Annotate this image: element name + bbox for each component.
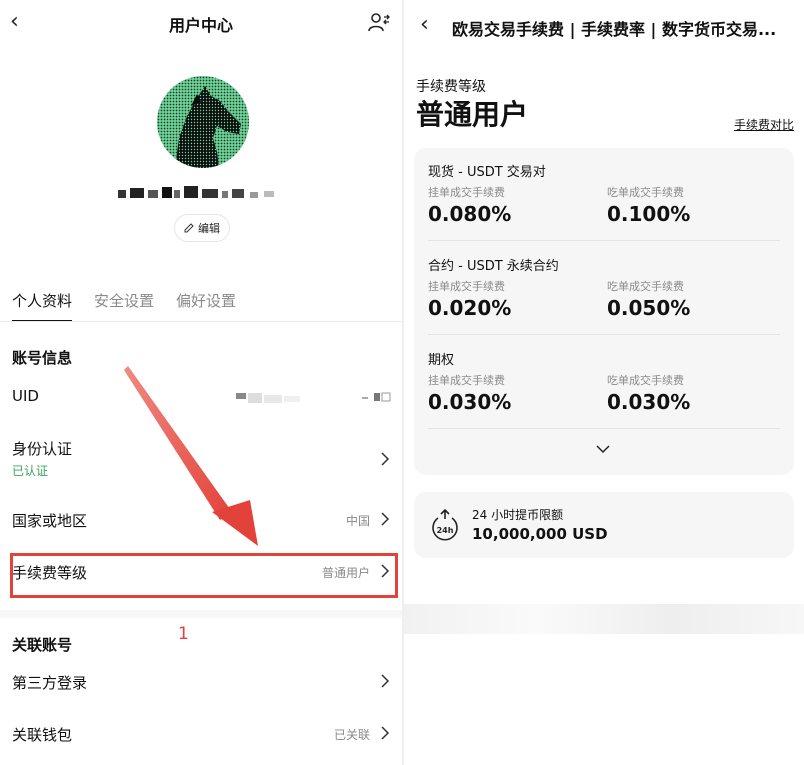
horse-avatar-icon	[157, 76, 249, 168]
user-center-panel: ‹ 用户中心 编辑 个人资料 安全设置 偏好设置 账号信息 UID 身份认证 已…	[0, 0, 402, 765]
maker-fee-label: 挂单成交手续费	[428, 186, 505, 199]
spot-pair-title: 现货 - USDT 交易对	[428, 165, 546, 180]
swap-taker-fee: 0.050%	[607, 296, 691, 320]
avatar[interactable]	[157, 76, 249, 168]
group-divider	[428, 240, 780, 241]
linked-wallet-row[interactable]: 关联钱包 已关联	[0, 722, 402, 762]
chevron-down-icon[interactable]	[596, 444, 610, 454]
fee-page-header: ‹ 欧易交易手续费 | 手续费率 | 数字货币交易...	[404, 0, 804, 52]
taker-fee-label: 吃单成交手续费	[607, 374, 684, 387]
uid-value-masked	[236, 392, 391, 403]
edit-profile-button[interactable]: 编辑	[174, 214, 230, 242]
linked-accounts-heading: 关联账号	[12, 636, 73, 654]
fee-rates-card: 现货 - USDT 交易对 挂单成交手续费 吃单成交手续费 0.080% 0.1…	[414, 148, 794, 475]
region-label: 国家或地区	[12, 512, 88, 530]
taker-fee-label: 吃单成交手续费	[607, 186, 684, 199]
chevron-right-icon	[381, 512, 390, 526]
chevron-right-icon	[381, 674, 390, 688]
swap-maker-fee: 0.020%	[428, 296, 512, 320]
options-maker-fee: 0.030%	[428, 390, 512, 414]
edit-label: 编辑	[198, 222, 220, 235]
tab-security-settings[interactable]: 安全设置	[94, 290, 154, 322]
uid-label: UID	[12, 387, 39, 405]
annotation-number: 1	[178, 624, 189, 644]
identity-row[interactable]: 身份认证 已认证	[0, 436, 402, 482]
pencil-icon	[184, 223, 194, 233]
spot-maker-fee: 0.080%	[428, 202, 512, 226]
page-title: 用户中心	[168, 16, 233, 35]
taker-fee-label: 吃单成交手续费	[607, 280, 684, 293]
bottom-decoration	[404, 604, 804, 634]
wallet-label: 关联钱包	[12, 726, 73, 744]
verified-status: 已认证	[12, 464, 49, 478]
chevron-right-icon	[381, 452, 390, 466]
group-divider	[428, 428, 780, 429]
chevron-left-icon[interactable]: ‹	[420, 13, 429, 37]
tab-personal-info[interactable]: 个人资料	[12, 290, 73, 322]
swap-pair-title: 合约 - USDT 永续合约	[428, 259, 559, 274]
fee-compare-link[interactable]: 手续费对比	[734, 116, 794, 133]
user-switch-icon[interactable]	[368, 11, 390, 33]
spot-taker-fee: 0.100%	[607, 202, 691, 226]
uid-row: UID	[0, 383, 402, 423]
withdraw-icon-text: 24h	[437, 526, 454, 535]
region-row[interactable]: 国家或地区 中国	[0, 508, 402, 548]
tab-preferences[interactable]: 偏好设置	[176, 290, 236, 322]
maker-fee-label: 挂单成交手续费	[428, 374, 505, 387]
withdraw-limit-label: 24 小时提币限额	[472, 508, 564, 522]
fee-level-highlight-box	[10, 553, 398, 598]
options-title: 期权	[428, 353, 455, 368]
account-info-heading: 账号信息	[12, 349, 73, 367]
maker-fee-label: 挂单成交手续费	[428, 280, 505, 293]
group-divider	[428, 334, 780, 335]
withdraw-limit-value: 10,000,000 USD	[472, 525, 608, 543]
tabs-divider	[0, 321, 402, 322]
user-center-header: ‹ 用户中心	[0, 0, 402, 46]
section-divider	[0, 610, 402, 618]
wallet-value: 已关联	[333, 728, 370, 742]
third-party-label: 第三方登录	[12, 674, 88, 692]
fee-rate-panel: ‹ 欧易交易手续费 | 手续费率 | 数字货币交易... 手续费等级 普通用户 …	[404, 0, 804, 765]
withdraw-24h-icon: 24h	[432, 508, 458, 541]
withdraw-limit-card: 24h 24 小时提币限额 10,000,000 USD	[414, 492, 794, 558]
region-value: 中国	[345, 514, 370, 528]
chevron-right-icon	[381, 726, 390, 740]
options-taker-fee: 0.030%	[607, 390, 691, 414]
profile-tabs: 个人资料 安全设置 偏好设置	[12, 290, 236, 322]
third-party-login-row[interactable]: 第三方登录	[0, 670, 402, 710]
username-masked	[118, 186, 274, 198]
fee-level-value: 普通用户	[416, 98, 529, 131]
fee-page-title: 欧易交易手续费 | 手续费率 | 数字货币交易...	[452, 20, 777, 39]
identity-label: 身份认证	[12, 440, 73, 458]
